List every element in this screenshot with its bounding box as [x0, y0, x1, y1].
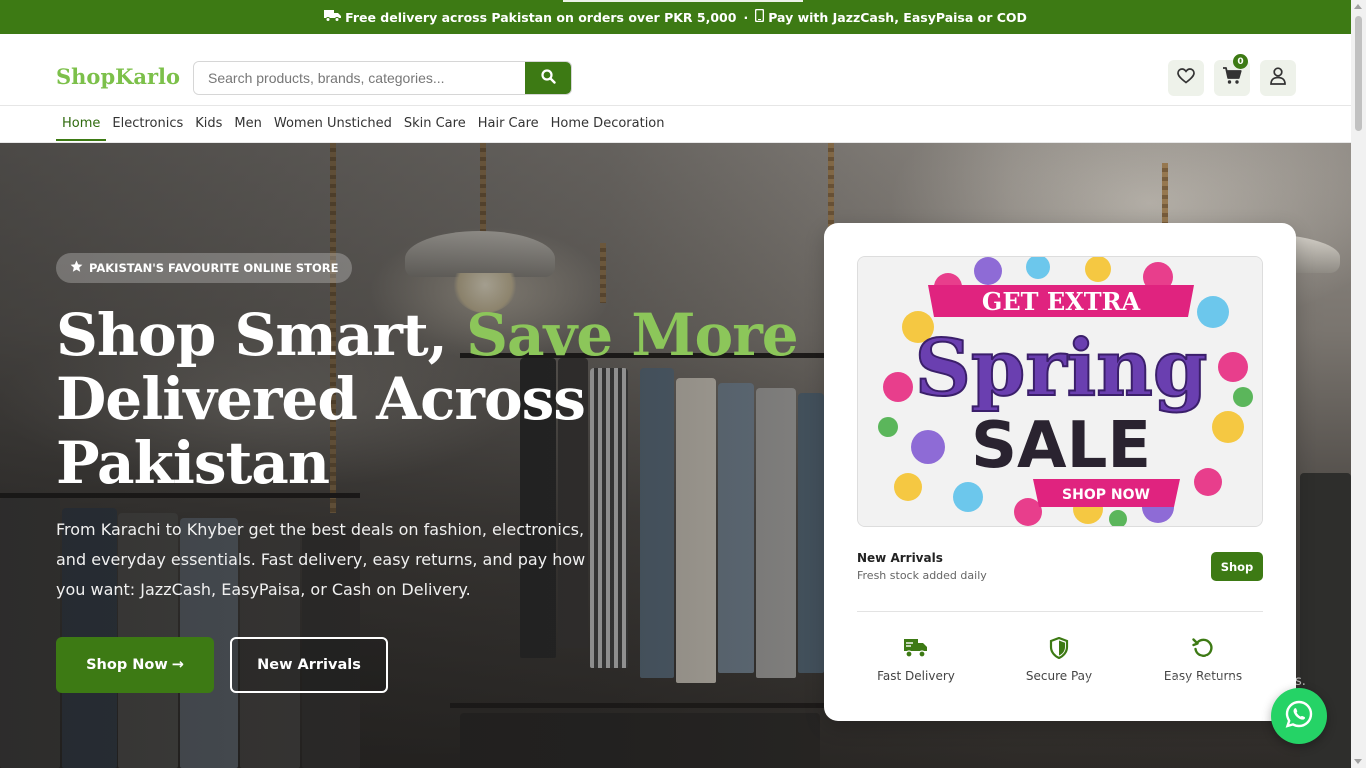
new-arrivals-button[interactable]: New Arrivals [230, 637, 388, 693]
star-icon [70, 260, 83, 276]
payment-text: Pay with JazzCash, EasyPaisa or COD [768, 9, 1027, 25]
announcement-accent-line [563, 0, 803, 2]
headline-part-2: Delivered Across [56, 365, 586, 433]
nav-item-women-unstiched[interactable]: Women Unstiched [268, 106, 398, 141]
nav-item-electronics[interactable]: Electronics [106, 106, 189, 141]
activate-windows-watermark: Activate Windows Go to Settings to activ… [1073, 651, 1306, 689]
search-icon [540, 68, 556, 88]
banner-line1: GET EXTRA [982, 287, 1141, 316]
arrow-right-icon: → [171, 657, 184, 673]
banner-line2: Spring [915, 323, 1208, 414]
site-logo[interactable]: ShopKarlo [56, 64, 180, 89]
cart-icon [1222, 67, 1242, 89]
nav-item-home-decoration[interactable]: Home Decoration [545, 106, 671, 141]
whatsapp-button[interactable] [1271, 688, 1327, 744]
announcement-separator: · [743, 9, 749, 25]
card-divider [857, 611, 1263, 612]
hero-headline: Shop Smart, Save More Delivered Across P… [56, 303, 816, 495]
headline-part-1: Shop Smart, [56, 301, 467, 369]
truck-icon [856, 637, 976, 661]
search-input[interactable] [194, 62, 525, 94]
new-arrivals-title: New Arrivals [857, 551, 943, 565]
delivery-text: Free delivery across Pakistan on orders … [345, 9, 737, 25]
shop-now-button[interactable]: Shop Now → [56, 637, 214, 693]
user-icon [1270, 67, 1286, 89]
headline-accent: Save More [466, 301, 799, 369]
nav-item-hair-care[interactable]: Hair Care [472, 106, 545, 141]
new-arrivals-label: New Arrivals [257, 657, 361, 673]
heart-icon [1177, 68, 1195, 88]
site-header: ShopKarlo 0 [0, 34, 1351, 106]
watermark-line1: Activate Windows [1073, 651, 1229, 671]
search-bar [193, 61, 572, 95]
headline-part-3: Pakistan [56, 429, 330, 497]
nav-item-men[interactable]: Men [228, 106, 267, 141]
account-button[interactable] [1260, 60, 1296, 96]
hero-subtext: From Karachi to Khyber get the best deal… [56, 520, 586, 599]
hero-badge: PAKISTAN'S FAVOURITE ONLINE STORE [56, 253, 353, 283]
feature-label-fast-delivery: Fast Delivery [877, 669, 955, 683]
search-button[interactable] [525, 62, 571, 94]
cart-button[interactable]: 0 [1214, 54, 1250, 96]
scrollbar-thumb[interactable] [1355, 16, 1362, 131]
page-scrollbar[interactable] [1351, 0, 1366, 768]
shop-now-label: Shop Now [86, 657, 168, 673]
watermark-line2: Go to Settings to activate Windows. [1073, 674, 1306, 689]
announcement-bar: Free delivery across Pakistan on orders … [0, 0, 1351, 34]
hero-badge-text: PAKISTAN'S FAVOURITE ONLINE STORE [89, 261, 339, 275]
scroll-down-arrow-icon[interactable] [1354, 759, 1362, 764]
nav-item-home[interactable]: Home [56, 106, 107, 141]
promo-card: GET EXTRA Spring SALE SHOP NOW New Arriv… [824, 223, 1296, 721]
feature-fast-delivery: Fast Delivery [856, 637, 976, 683]
spring-sale-banner[interactable]: GET EXTRA Spring SALE SHOP NOW [857, 256, 1263, 527]
new-arrivals-subtitle: Fresh stock added daily [857, 569, 987, 582]
truck-icon [324, 9, 342, 25]
banner-cta: SHOP NOW [1062, 487, 1150, 503]
whatsapp-icon [1284, 699, 1314, 733]
nav-item-skin-care[interactable]: Skin Care [398, 106, 472, 141]
shop-button[interactable]: Shop [1211, 552, 1263, 581]
mobile-icon [754, 8, 765, 25]
cart-count-badge: 0 [1233, 54, 1248, 69]
scroll-up-arrow-icon[interactable] [1354, 4, 1362, 9]
banner-line3: SALE [971, 409, 1151, 483]
header-actions: 0 [1168, 54, 1296, 96]
new-arrivals-row: New Arrivals Fresh stock added daily Sho… [857, 551, 1263, 582]
nav-item-kids[interactable]: Kids [189, 106, 228, 141]
main-nav: Home Electronics Kids Men Women Unstiche… [0, 106, 1351, 143]
wishlist-button[interactable] [1168, 60, 1204, 96]
